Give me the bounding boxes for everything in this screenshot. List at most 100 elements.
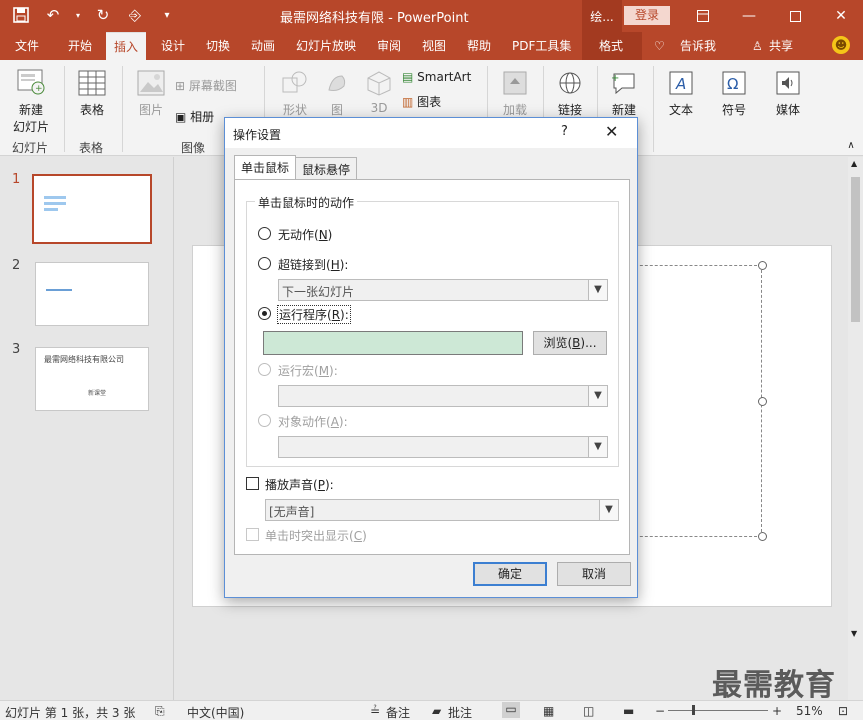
context-tab-drawing[interactable]: 绘... [582, 0, 622, 32]
smartart-button[interactable]: ▤ SmartArt [402, 70, 482, 84]
radio-run-program[interactable] [258, 307, 271, 320]
language-indicator[interactable]: 中文(中国) [187, 704, 244, 720]
3d-models-button[interactable]: 3D [364, 70, 394, 115]
tell-me[interactable]: 告诉我 [680, 32, 716, 60]
radio-no-action[interactable] [258, 227, 271, 240]
tab-review[interactable]: 审阅 [377, 32, 401, 60]
radio-object-action[interactable] [258, 414, 271, 427]
spelling-icon[interactable]: ⎘ [155, 704, 165, 719]
media-button[interactable]: 媒体 [773, 70, 803, 118]
text-button[interactable]: A 文本 [666, 70, 696, 118]
share-button[interactable]: 共享 [769, 32, 793, 60]
link-button[interactable]: 链接 [553, 70, 587, 118]
screenshot-button[interactable]: ⊞ 屏幕截图 [175, 77, 255, 94]
undo-icon[interactable]: ↶ [42, 4, 64, 26]
help-icon[interactable]: ? [561, 124, 568, 139]
tab-home[interactable]: 开始 [68, 32, 92, 60]
tab-mouse-over[interactable]: 鼠标悬停 [295, 157, 358, 179]
customize-toolbar-icon[interactable]: ▾ [156, 4, 178, 26]
tab-mouse-click[interactable]: 单击鼠标 [234, 155, 297, 180]
resize-handle[interactable] [758, 397, 767, 406]
table-button[interactable]: 表格 [75, 70, 109, 118]
browse-button[interactable]: 浏览(B)... [533, 331, 607, 355]
chevron-down-icon[interactable]: ▼ [588, 437, 607, 457]
resize-handle[interactable] [758, 261, 767, 270]
tab-insert[interactable]: 插入 [106, 32, 147, 60]
login-button[interactable]: 登录 [624, 6, 670, 25]
tab-transitions[interactable]: 切换 [206, 32, 230, 60]
radio-run-macro[interactable] [258, 363, 271, 376]
zoom-level[interactable]: 51% [796, 704, 823, 718]
radio-hyperlink[interactable] [258, 257, 271, 270]
chart-button[interactable]: ▥ 图表 [402, 93, 462, 110]
save-icon[interactable] [10, 4, 32, 26]
tab-view[interactable]: 视图 [422, 32, 446, 60]
tab-help[interactable]: 帮助 [467, 32, 491, 60]
fit-slide-icon[interactable]: ⊡ [838, 704, 848, 718]
tab-file[interactable]: 文件 [15, 32, 39, 60]
scroll-down-icon[interactable]: ▼ [851, 629, 857, 638]
new-comment-button[interactable]: + 新建 [607, 70, 641, 118]
object-action-label[interactable]: 对象动作(A): [278, 413, 348, 430]
minimize-icon[interactable]: — [726, 0, 772, 32]
slide-thumbnail-3[interactable]: 最需网络科技有限公司 新课堂 [35, 347, 149, 411]
hyperlink-select[interactable]: 下一张幻灯片 ▼ [278, 279, 608, 301]
tab-format[interactable]: 格式 [599, 32, 623, 60]
dialog-close-icon[interactable]: ✕ [605, 122, 618, 141]
comments-button[interactable]: 批注 [448, 704, 472, 720]
addins-button[interactable]: 加载 [498, 70, 532, 118]
program-path-input[interactable] [263, 331, 523, 355]
hyperlink-label[interactable]: 超链接到(H): [278, 256, 348, 273]
shapes-button[interactable]: 形状 [278, 70, 312, 118]
ok-button[interactable]: 确定 [473, 562, 547, 586]
icons-button[interactable]: 图 [322, 70, 352, 118]
smiley-icon[interactable]: ☻ [832, 36, 850, 54]
no-action-label[interactable]: 无动作(N) [278, 226, 332, 243]
maximize-icon[interactable] [772, 0, 818, 32]
tab-pdf-tools[interactable]: PDF工具集 [512, 32, 571, 60]
sound-select[interactable]: [无声音] ▼ [265, 499, 619, 521]
symbol-button[interactable]: Ω 符号 [719, 70, 749, 118]
zoom-slider[interactable] [668, 710, 768, 711]
slide-thumbnail-2[interactable] [35, 262, 149, 326]
normal-view-icon[interactable]: ▭ [502, 702, 520, 718]
vertical-scrollbar[interactable]: ▲ ▼ [848, 157, 863, 700]
slide-thumbnail-1[interactable] [32, 174, 152, 244]
ribbon-display-icon[interactable] [680, 0, 726, 32]
chevron-down-icon[interactable]: ▼ [599, 500, 618, 520]
reading-view-icon[interactable]: ◫ [583, 704, 594, 718]
cancel-button[interactable]: 取消 [557, 562, 631, 586]
picture-button[interactable]: 图片 [134, 70, 168, 118]
slideshow-view-icon[interactable]: ▬ [623, 704, 634, 718]
redo-icon[interactable]: ↻ [92, 4, 114, 26]
chevron-down-icon[interactable]: ▼ [588, 280, 607, 300]
scrollbar-thumb[interactable] [851, 177, 860, 322]
close-icon[interactable]: ✕ [818, 0, 863, 32]
selected-shape[interactable] [620, 265, 762, 537]
object-action-select[interactable]: ▼ [278, 436, 608, 458]
zoom-out-icon[interactable]: − [655, 704, 665, 718]
play-sound-label[interactable]: 播放声音(P): [265, 476, 334, 493]
resize-handle[interactable] [758, 532, 767, 541]
play-sound-checkbox[interactable] [246, 477, 259, 490]
sorter-view-icon[interactable]: ▦ [543, 704, 554, 718]
macro-select[interactable]: ▼ [278, 385, 608, 407]
present-from-start-icon[interactable]: ⎆ [124, 4, 146, 26]
scroll-up-icon[interactable]: ▲ [851, 159, 857, 168]
text-label: 文本 [668, 103, 693, 117]
new-slide-button[interactable]: + 新建 幻灯片 [8, 66, 54, 135]
run-program-label[interactable]: 运行程序(R): [277, 305, 351, 324]
highlight-click-label[interactable]: 单击时突出显示(C) [265, 527, 367, 544]
zoom-slider-thumb[interactable] [692, 705, 695, 715]
chevron-down-icon[interactable]: ▼ [588, 386, 607, 406]
run-macro-label[interactable]: 运行宏(M): [278, 362, 338, 379]
notes-button[interactable]: 备注 [386, 704, 410, 720]
tab-design[interactable]: 设计 [161, 32, 185, 60]
zoom-in-icon[interactable]: + [772, 704, 782, 718]
tab-slideshow[interactable]: 幻灯片放映 [296, 32, 356, 60]
highlight-click-checkbox[interactable] [246, 528, 259, 541]
tab-animations[interactable]: 动画 [251, 32, 275, 60]
collapse-ribbon-icon[interactable]: ∧ [845, 140, 857, 151]
svg-text:+: + [611, 73, 619, 84]
chevron-down-icon[interactable]: ▾ [74, 4, 82, 26]
